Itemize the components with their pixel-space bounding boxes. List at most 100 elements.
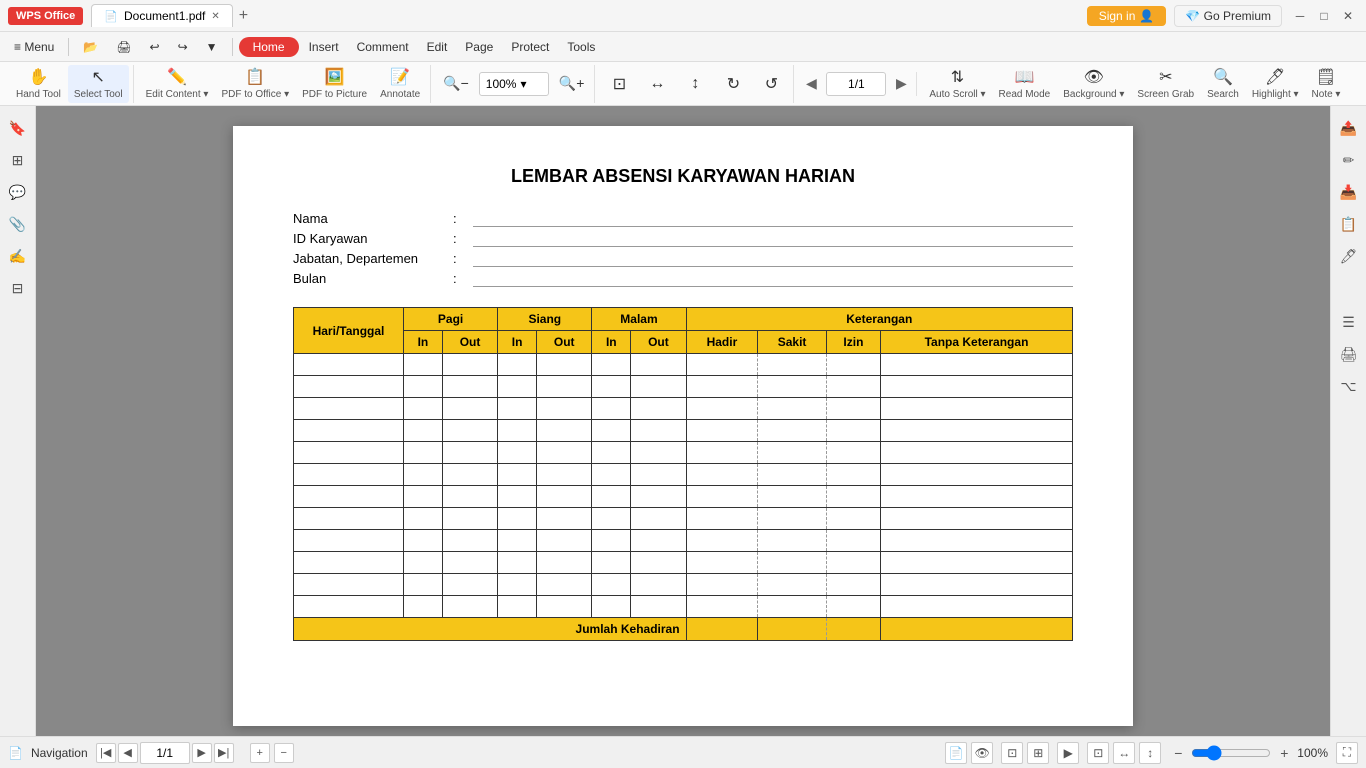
pdf-fields-section: Nama : ID Karyawan : Jabatan, Departemen… (293, 211, 1073, 287)
left-sidebar: 🔖 ⊞ 💬 📎 ✍ ⊟ (0, 106, 36, 736)
view-icons: 📄 👁 (945, 742, 993, 764)
fit-height-btn[interactable]: ↕ (1139, 742, 1161, 764)
menu-bar: ≡ Menu 📂 🖨 ↩ ↪ ▼ Home Insert Comment Edi… (0, 32, 1366, 62)
menu-page[interactable]: Page (457, 37, 501, 57)
menu-comment[interactable]: Comment (349, 37, 417, 57)
new-tab-button[interactable]: + (233, 7, 254, 25)
last-page-button[interactable]: ▶| (214, 743, 234, 763)
pdf-to-office-button[interactable]: 📋 PDF to Office ▾ (215, 65, 295, 103)
zoom-out-button[interactable]: 🔍− (437, 65, 475, 103)
zoom-slider[interactable] (1191, 745, 1271, 761)
highlight-button[interactable]: 🖊 Highlight ▾ (1246, 65, 1305, 103)
sidebar-layers-icon[interactable]: ⊟ (4, 274, 32, 302)
background-icon: 👁 (1084, 67, 1104, 87)
menu-protect[interactable]: Protect (503, 37, 557, 57)
tab-close-icon[interactable]: ✕ (211, 11, 219, 22)
view-icon-2[interactable]: 👁 (971, 742, 993, 764)
field-id-karyawan: ID Karyawan : (293, 231, 1073, 247)
sidebar-attachment-icon[interactable]: 📎 (4, 210, 32, 238)
next-page-button[interactable]: ▶ (890, 73, 912, 95)
sidebar-comment-icon[interactable]: 💬 (4, 178, 32, 206)
next-page-btn[interactable]: ▶ (192, 743, 212, 763)
prev-page-button[interactable]: ◀ (800, 73, 822, 95)
right-magic-icon[interactable]: ⌥ (1335, 372, 1363, 400)
edit-content-button[interactable]: ✏️ Edit Content ▾ (140, 65, 215, 103)
search-button[interactable]: 🔍 Search (1201, 65, 1245, 103)
user-icon: 👤 (1139, 9, 1154, 23)
right-edit-icon[interactable]: ✏ (1335, 146, 1363, 174)
note-button[interactable]: 🗒 Note ▾ (1306, 65, 1347, 103)
zoom-plus-button[interactable]: + (1275, 744, 1293, 762)
first-page-button[interactable]: |◀ (96, 743, 116, 763)
col-siang-out: Out (537, 331, 592, 354)
menu-tools[interactable]: Tools (559, 37, 603, 57)
rotate-cw-button[interactable]: ↻ (715, 65, 751, 103)
prev-page-btn[interactable]: ◀ (118, 743, 138, 763)
right-sign-icon[interactable]: 🖊 (1335, 242, 1363, 270)
annotate-button[interactable]: 📝 Annotate (374, 65, 426, 103)
right-export-icon[interactable]: 📤 (1335, 114, 1363, 142)
read-mode-button[interactable]: 📖 Read Mode (993, 65, 1057, 103)
fit-width-button[interactable]: ↔ (639, 65, 675, 103)
menu-insert[interactable]: Insert (301, 37, 347, 57)
two-page-btn[interactable]: ⊞ (1027, 742, 1049, 764)
add-page-button[interactable]: + (250, 743, 270, 763)
menu-edit[interactable]: Edit (419, 37, 456, 57)
menu-hamburger[interactable]: ≡ Menu (6, 37, 62, 57)
full-screen-button[interactable]: ⛶ (1336, 742, 1358, 764)
window-controls: ─ □ ✕ (1290, 6, 1358, 26)
tool-group-tools: ⇅ Auto Scroll ▾ 📖 Read Mode 👁 Background… (919, 65, 1350, 103)
col-group-malam: Malam (592, 308, 686, 331)
zoom-in-button[interactable]: 🔍+ (553, 65, 591, 103)
menu-home[interactable]: Home (239, 37, 299, 57)
pdf-to-picture-button[interactable]: 🖼️ PDF to Picture (296, 65, 373, 103)
delete-page-button[interactable]: − (274, 743, 294, 763)
screen-grab-button[interactable]: ✂ Screen Grab (1131, 65, 1200, 103)
right-print-icon[interactable]: 🖨 (1335, 340, 1363, 368)
navigation-label[interactable]: Navigation (31, 746, 88, 760)
sidebar-bookmark-icon[interactable]: 🔖 (4, 114, 32, 142)
background-button[interactable]: 👁 Background ▾ (1057, 65, 1130, 103)
right-comment-icon[interactable]: 📋 (1335, 210, 1363, 238)
view-icon-1[interactable]: 📄 (945, 742, 967, 764)
menu-separator (68, 38, 69, 56)
sign-in-button[interactable]: Sign in 👤 (1087, 6, 1167, 26)
edit-content-icon: ✏️ (167, 67, 187, 87)
menu-undo[interactable]: ↩ (142, 37, 168, 57)
fit-window-button[interactable]: ⊡ (1087, 742, 1109, 764)
fit-width-icon: ↔ (649, 75, 665, 93)
rotate-ccw-button[interactable]: ↺ (753, 65, 789, 103)
menu-redo-arrow[interactable]: ▼ (198, 37, 226, 57)
attendance-table: Hari/Tanggal Pagi Siang Malam Keterangan… (293, 307, 1073, 641)
fit-page-button[interactable]: ⊡ (601, 65, 637, 103)
sidebar-thumbnail-icon[interactable]: ⊞ (4, 146, 32, 174)
maximize-button[interactable]: □ (1314, 6, 1334, 26)
screen-grab-icon: ✂ (1159, 67, 1172, 87)
close-button[interactable]: ✕ (1338, 6, 1358, 26)
table-row (294, 552, 1073, 574)
document-tab[interactable]: 📄 Document1.pdf ✕ (91, 4, 232, 27)
field-jabatan-departemen: Jabatan, Departemen : (293, 251, 1073, 267)
hand-tool-button[interactable]: ✋ Hand Tool (10, 65, 67, 103)
sidebar-signature-icon[interactable]: ✍ (4, 242, 32, 270)
auto-scroll-button[interactable]: ⇅ Auto Scroll ▾ (923, 65, 991, 103)
minimize-button[interactable]: ─ (1290, 6, 1310, 26)
single-page-btn[interactable]: ⊡ (1001, 742, 1023, 764)
fit-height-button[interactable]: ↕ (677, 65, 713, 103)
go-premium-button[interactable]: 💎 Go Premium (1174, 5, 1282, 27)
zoom-minus-button[interactable]: − (1169, 744, 1187, 762)
field-bulan: Bulan : (293, 271, 1073, 287)
play-button[interactable]: ▶ (1057, 742, 1079, 764)
view-mode-buttons: + − (250, 743, 294, 763)
menu-redo[interactable]: ↪ (170, 37, 196, 57)
right-layout-icon[interactable]: ☰ (1335, 308, 1363, 336)
pdf-to-office-icon: 📋 (245, 67, 265, 87)
menu-print[interactable]: 🖨 (108, 37, 139, 57)
page-number-status[interactable]: 1/1 (140, 742, 190, 764)
select-tool-button[interactable]: ↖ Select Tool (68, 65, 129, 103)
page-number-input[interactable]: 1/1 (826, 72, 886, 96)
zoom-level-display[interactable]: 100% ▾ (479, 72, 549, 96)
menu-open[interactable]: 📂 (75, 37, 106, 57)
right-export2-icon[interactable]: 📥 (1335, 178, 1363, 206)
fit-width-btn[interactable]: ↔ (1113, 742, 1135, 764)
